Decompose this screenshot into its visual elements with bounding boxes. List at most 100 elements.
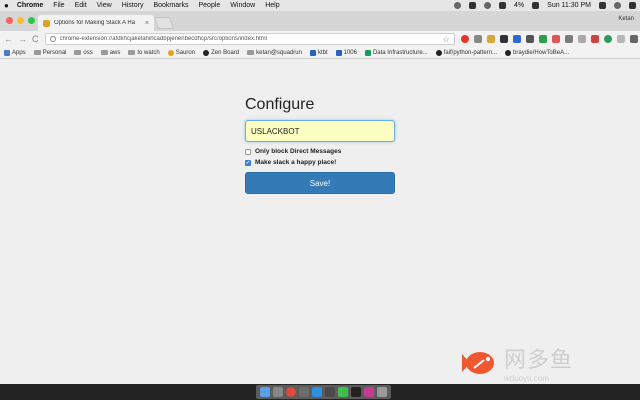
extension-icon[interactable] [616, 35, 625, 43]
dropbox-icon[interactable] [484, 2, 492, 9]
github-icon [203, 49, 210, 56]
window-controls [6, 17, 35, 24]
extension-icon[interactable] [538, 35, 547, 43]
bookmark-label: Zen Board [211, 49, 240, 56]
bookmark-oss[interactable]: oss [74, 49, 93, 56]
folder-icon [33, 50, 41, 55]
extension-icon[interactable] [525, 35, 534, 43]
page-info-icon[interactable] [49, 36, 56, 42]
folder-icon [247, 50, 255, 55]
url-text[interactable]: chrome-extension://afdkhcjakelahihcadbpj… [60, 36, 443, 42]
system-preferences-icon[interactable] [299, 387, 309, 397]
app-icon[interactable] [364, 387, 374, 397]
profile-name[interactable]: Ketan [618, 16, 634, 22]
checkbox-row-block-dm[interactable]: Only block Direct Messages [245, 148, 395, 155]
bookmark-label: Personal [42, 49, 67, 56]
tab-close-icon[interactable]: × [145, 20, 149, 27]
bookmark-label: Apps [12, 49, 26, 56]
extension-icon[interactable] [577, 35, 586, 43]
launchpad-icon[interactable] [273, 387, 283, 397]
bookmark-aws[interactable]: aws [100, 49, 121, 56]
menu-history[interactable]: History [122, 2, 144, 9]
bookmark-python-patterns[interactable]: faif/python-pattern... [435, 49, 497, 56]
bookmark-label: Sauron [175, 49, 196, 56]
bookmark-zen-board[interactable]: Zen Board [203, 49, 240, 56]
siri-icon[interactable] [614, 2, 621, 9]
happy-place-checkbox[interactable]: ✓ [245, 159, 251, 166]
extension-favicon-icon [43, 19, 50, 27]
checkbox-row-happy[interactable]: ✓ Make slack a happy place! [245, 159, 395, 166]
bookmark-label: 1006 [343, 49, 357, 56]
finder-icon[interactable] [260, 387, 270, 397]
configure-panel: Configure Only block Direct Messages ✓ M… [245, 96, 395, 194]
bookmark-label: oss [83, 49, 93, 56]
apple-menu-icon[interactable]: ● [4, 1, 9, 10]
menu-window[interactable]: Window [230, 2, 255, 9]
notification-center-icon[interactable] [629, 2, 636, 9]
opera-icon[interactable] [454, 2, 462, 9]
back-button[interactable]: ← [4, 34, 13, 44]
menu-bookmarks[interactable]: Bookmarks [153, 2, 188, 9]
fish-logo-icon [462, 351, 494, 374]
bookmark-label: aws [109, 49, 121, 56]
menu-people[interactable]: People [198, 2, 220, 9]
extension-icon[interactable] [551, 35, 560, 43]
chrome-menu-icon[interactable] [629, 35, 638, 43]
address-bar[interactable]: chrome-extension://afdkhcjakelahihcadbpj… [44, 33, 455, 45]
opera-extension-icon[interactable] [460, 35, 469, 43]
bookmark-ketan-squadrun[interactable]: ketan@squadrun [247, 50, 302, 56]
dock [256, 385, 391, 399]
battery-percent[interactable]: 4% [514, 2, 524, 9]
mac-menubar: ● Chrome File Edit View History Bookmark… [0, 0, 640, 11]
new-tab-button[interactable] [153, 17, 175, 29]
app-icon[interactable] [325, 387, 335, 397]
pocket-extension-icon[interactable] [473, 35, 482, 43]
browser-window: Options for Making Slack A Ha × Ketan ← … [0, 11, 640, 384]
vimium-extension-icon[interactable] [512, 35, 521, 43]
reload-button[interactable]: C [32, 34, 39, 44]
menu-file[interactable]: File [53, 2, 64, 9]
extension-icon[interactable] [486, 35, 495, 43]
spotlight-icon[interactable] [599, 2, 606, 9]
status-area: 4% Sun 11:30 PM [454, 2, 636, 9]
block-dm-checkbox[interactable] [245, 148, 251, 155]
wifi-icon[interactable] [499, 2, 507, 9]
extension-icon[interactable] [564, 35, 573, 43]
folder-icon [128, 50, 136, 55]
app-icon[interactable] [312, 387, 322, 397]
folder-icon [74, 50, 82, 55]
trash-icon[interactable] [377, 387, 387, 397]
battery-icon[interactable] [532, 2, 540, 9]
apps-icon [4, 49, 10, 56]
bookmark-1006[interactable]: 1006 [335, 49, 357, 56]
bookmark-howtobea[interactable]: braydie/HowToBeA... [505, 49, 569, 56]
menu-view[interactable]: View [97, 2, 112, 9]
terminal-icon[interactable] [351, 387, 361, 397]
bookmark-apps[interactable]: Apps [4, 49, 26, 56]
blocked-user-input[interactable] [245, 120, 395, 142]
bookmark-sauron[interactable]: Sauron [167, 49, 196, 56]
bookmark-to-watch[interactable]: to watch [128, 50, 160, 56]
grammarly-extension-icon[interactable] [603, 35, 612, 43]
zoom-window-button[interactable] [28, 17, 35, 24]
minimize-window-button[interactable] [17, 17, 24, 24]
save-button[interactable]: Save! [245, 172, 395, 194]
bookmark-label: ktbt [317, 49, 328, 56]
menu-edit[interactable]: Edit [75, 2, 87, 9]
bookmark-icon [364, 49, 371, 56]
bookmark-ktbt[interactable]: ktbt [309, 49, 328, 56]
menu-help[interactable]: Help [265, 2, 279, 9]
close-window-button[interactable] [6, 17, 13, 24]
extension-icon[interactable] [590, 35, 599, 43]
tab-options[interactable]: Options for Making Slack A Ha × [38, 15, 154, 31]
extension-icon[interactable] [499, 35, 508, 43]
bookmark-data-infrastructure[interactable]: Data Infrastructure... [364, 49, 428, 56]
app-icon[interactable] [469, 2, 477, 9]
menu-app-name[interactable]: Chrome [17, 2, 43, 9]
chrome-icon[interactable] [286, 387, 296, 397]
clock[interactable]: Sun 11:30 PM [547, 2, 591, 9]
forward-button[interactable]: → [18, 34, 27, 44]
whatsapp-icon[interactable] [338, 387, 348, 397]
bookmark-star-icon[interactable]: ☆ [442, 35, 449, 44]
bookmark-personal[interactable]: Personal [33, 49, 67, 56]
